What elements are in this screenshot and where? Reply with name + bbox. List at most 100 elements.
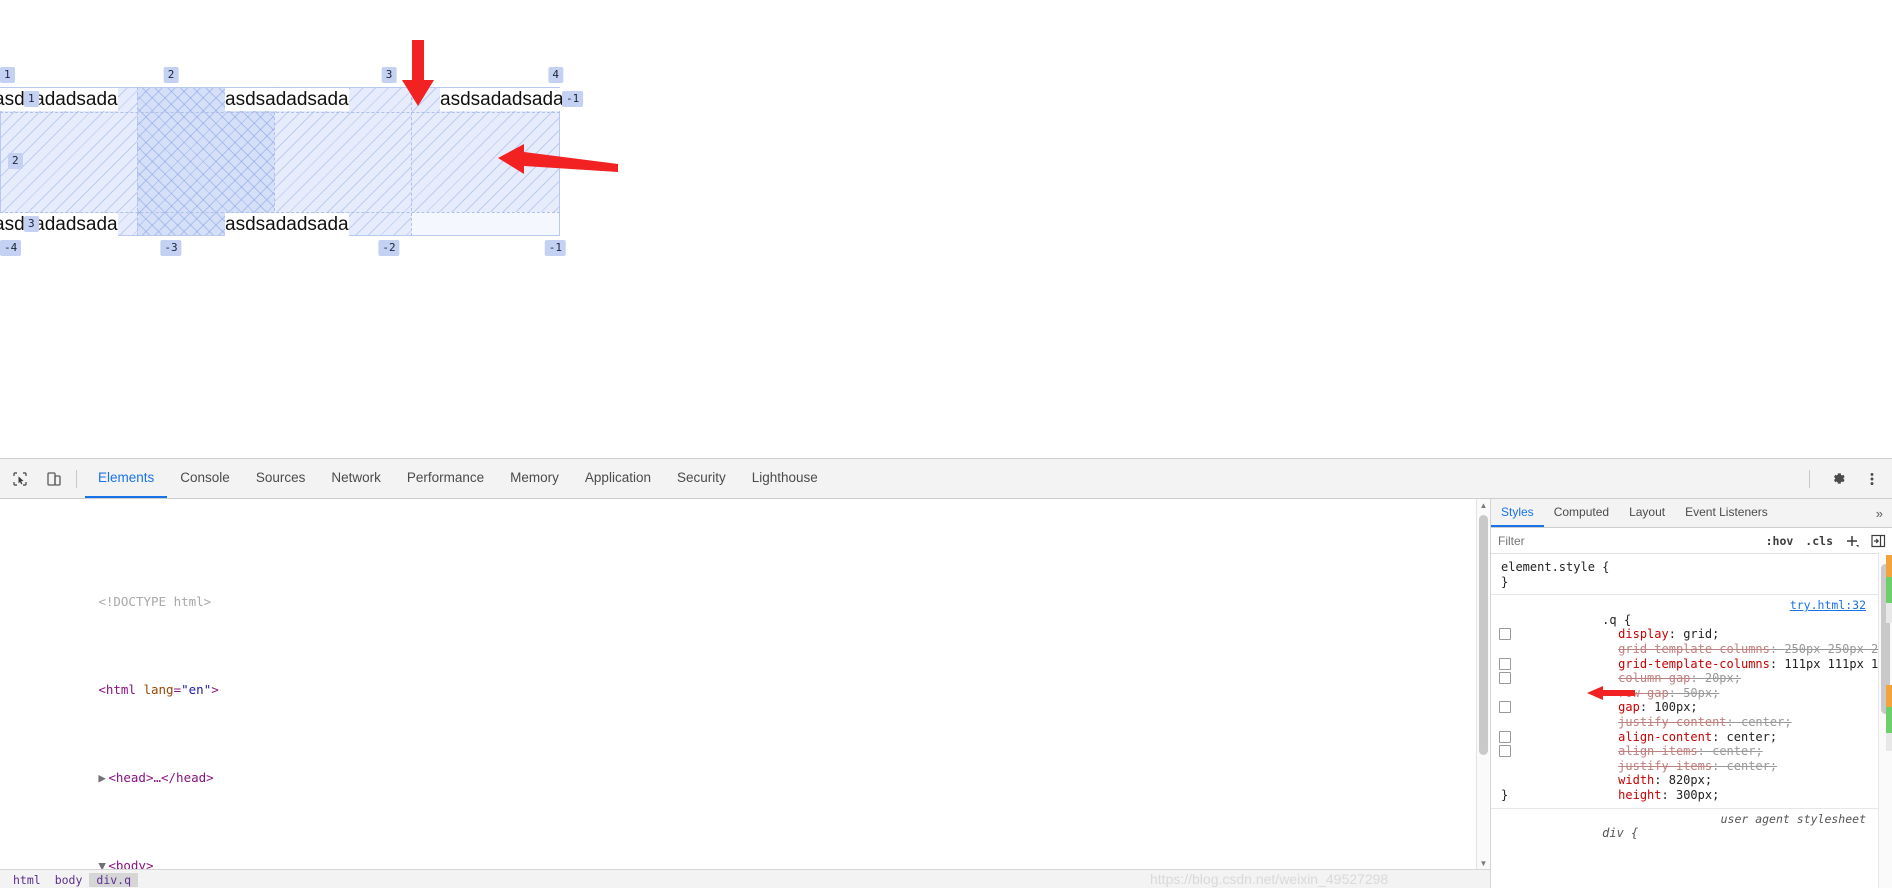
gear-icon[interactable] xyxy=(1824,465,1852,493)
css-declaration-checkbox[interactable] xyxy=(1499,745,1511,758)
dom-line-doctype: <!DOCTYPE html> xyxy=(8,569,1490,609)
grid-row-line-badge-left: 1 xyxy=(24,91,39,107)
tab-event-listeners[interactable]: Event Listeners xyxy=(1675,499,1778,527)
css-declaration[interactable]: align-items: center; xyxy=(1491,730,1892,758)
css-source-link[interactable]: try.html:32 xyxy=(1790,598,1866,613)
toggle-element-state-icon[interactable] xyxy=(1865,534,1892,548)
devtools-toolbar: Elements Console Sources Network Perform… xyxy=(0,459,1892,499)
css-rule-q: .q { try.html:32 display: grid; grid-tem… xyxy=(1491,598,1892,804)
css-rule-divider xyxy=(1491,594,1892,596)
dom-tree-pane: <!DOCTYPE html> <html lang="en"> ▶ <head>… xyxy=(0,499,1491,888)
scroll-up-arrow-icon[interactable]: ▲ xyxy=(1477,499,1490,512)
grid-cell-text: asdsadadsada xyxy=(225,88,349,111)
tab-application[interactable]: Application xyxy=(572,459,664,498)
grid-cell-text: asdsadadsada xyxy=(440,88,564,111)
tab-layout[interactable]: Layout xyxy=(1619,499,1675,527)
css-declaration[interactable]: height: 300px; xyxy=(1491,773,1892,802)
breadcrumb-item-divq[interactable]: div.q xyxy=(89,873,139,887)
grid-column-line-badge-bottom: -2 xyxy=(378,240,400,256)
cls-toggle-button[interactable]: .cls xyxy=(1799,534,1839,548)
devtools-body: <!DOCTYPE html> <html lang="en"> ▶ <head>… xyxy=(0,499,1892,888)
dom-line-body[interactable]: ▼ <body> xyxy=(8,833,1490,873)
css-declaration-checkbox[interactable] xyxy=(1499,701,1511,714)
tab-performance[interactable]: Performance xyxy=(394,459,497,498)
css-selector-q[interactable]: .q { try.html:32 xyxy=(1491,598,1892,627)
css-declaration[interactable]: column-gap: 20px; xyxy=(1491,657,1892,685)
toolbar-divider xyxy=(1809,469,1810,488)
css-declaration[interactable]: grid-template-columns: 250px 250px 250px… xyxy=(1491,627,1892,656)
css-declaration-checkbox[interactable] xyxy=(1499,657,1511,670)
color-swatch-strip xyxy=(1886,555,1892,577)
css-declaration-gap[interactable]: gap: 100px; xyxy=(1491,685,1892,714)
css-declaration[interactable]: width: 820px; xyxy=(1491,759,1892,787)
color-swatch-strip xyxy=(1886,733,1892,751)
head-node: <head>…</head> xyxy=(108,770,214,785)
kebab-menu-icon[interactable] xyxy=(1858,465,1886,493)
css-declaration[interactable]: align-content: center; xyxy=(1491,715,1892,744)
dom-scrollbar-thumb[interactable] xyxy=(1479,515,1488,755)
css-declaration-checkbox[interactable] xyxy=(1499,672,1511,685)
css-declaration-checkbox[interactable] xyxy=(1499,730,1511,743)
new-style-rule-button[interactable] xyxy=(1839,534,1865,548)
devtools-toolbar-right xyxy=(1801,465,1892,493)
color-swatch-strip xyxy=(1886,707,1892,733)
expand-triangle-icon[interactable]: ▶ xyxy=(98,767,108,789)
tab-styles[interactable]: Styles xyxy=(1491,499,1544,527)
tab-memory[interactable]: Memory xyxy=(497,459,572,498)
styles-more-tabs-icon[interactable]: » xyxy=(1867,499,1892,527)
css-declaration[interactable]: row-gap: 50px; xyxy=(1491,671,1892,700)
tab-lighthouse[interactable]: Lighthouse xyxy=(739,459,831,498)
tab-sources[interactable]: Sources xyxy=(243,459,319,498)
breadcrumb-item-body[interactable]: body xyxy=(48,873,90,887)
dom-scrollbar[interactable]: ▲ ▼ xyxy=(1476,499,1490,870)
tab-elements[interactable]: Elements xyxy=(85,459,168,498)
color-swatch-strip xyxy=(1886,577,1892,603)
grid-row-line xyxy=(0,112,560,113)
dom-line-html: <html lang="en"> xyxy=(98,682,219,697)
html-lang-attr: lang xyxy=(143,682,174,697)
tab-security[interactable]: Security xyxy=(664,459,739,498)
css-rule-ua-div: div { user agent stylesheet xyxy=(1491,812,1892,841)
css-rule-element-style: element.style { } xyxy=(1491,560,1892,591)
styles-filter-input[interactable] xyxy=(1491,532,1760,549)
toolbar-divider xyxy=(76,469,77,488)
grid-column-line xyxy=(137,87,138,236)
css-rule-close: } xyxy=(1501,787,1509,802)
grid-row-line-badge-left: 2 xyxy=(8,153,23,169)
css-declaration[interactable]: justify-content: center; xyxy=(1491,700,1892,729)
hov-toggle-button[interactable]: :hov xyxy=(1760,534,1800,548)
styles-filter-row: :hov .cls xyxy=(1491,528,1892,554)
grid-cell-empty xyxy=(411,212,559,236)
color-swatch-strip xyxy=(1886,685,1892,707)
annotation-arrow-left-gap xyxy=(1587,685,1635,700)
css-declaration[interactable]: grid-template-columns: 111px 111px 111px… xyxy=(1491,642,1892,671)
tab-console[interactable]: Console xyxy=(167,459,243,498)
html-lang-value: "en" xyxy=(181,682,212,697)
grid-column-line xyxy=(411,87,412,236)
grid-column-line-badge-bottom: -1 xyxy=(544,240,566,256)
inspect-cursor-icon[interactable] xyxy=(6,465,34,493)
breadcrumb-item-html[interactable]: html xyxy=(6,873,48,887)
grid-cell-text: asdsadadsada xyxy=(0,88,118,111)
css-declaration-checkbox[interactable] xyxy=(1499,628,1511,641)
devtools-tab-list: Elements Console Sources Network Perform… xyxy=(85,459,831,498)
styles-pane: Styles Computed Layout Event Listeners »… xyxy=(1491,499,1892,888)
css-selector-text: div { xyxy=(1602,826,1639,841)
grid-column-line-badge-top: 1 xyxy=(0,67,15,83)
grid-column-line-badge-bottom: -4 xyxy=(0,240,22,256)
dom-tree: <!DOCTYPE html> <html lang="en"> ▶ <head>… xyxy=(0,499,1490,888)
device-toolbar-icon[interactable] xyxy=(40,465,68,493)
tab-computed[interactable]: Computed xyxy=(1544,499,1619,527)
css-declaration[interactable]: display: grid; xyxy=(1491,613,1892,641)
doctype-text: <!DOCTYPE html> xyxy=(98,594,212,609)
css-selector[interactable]: element.style { xyxy=(1491,560,1892,575)
grid-cell-text: asdsadadsada xyxy=(0,213,118,236)
css-declaration[interactable]: justify-items: center; xyxy=(1491,744,1892,773)
dom-line-head[interactable]: ▶ <head>…</head> xyxy=(8,745,1490,785)
grid-column-line-badge-bottom: -3 xyxy=(160,240,182,256)
screenshot-root: asdsadadsada asdsadadsada asdsadadsada a… xyxy=(0,0,1892,888)
grid-cell-text: asdsadadsada xyxy=(225,213,349,236)
css-selector-div[interactable]: div { user agent stylesheet xyxy=(1491,812,1892,841)
tab-network[interactable]: Network xyxy=(318,459,394,498)
css-rules-list: element.style { } .q { try.html:32 displ… xyxy=(1491,554,1892,841)
